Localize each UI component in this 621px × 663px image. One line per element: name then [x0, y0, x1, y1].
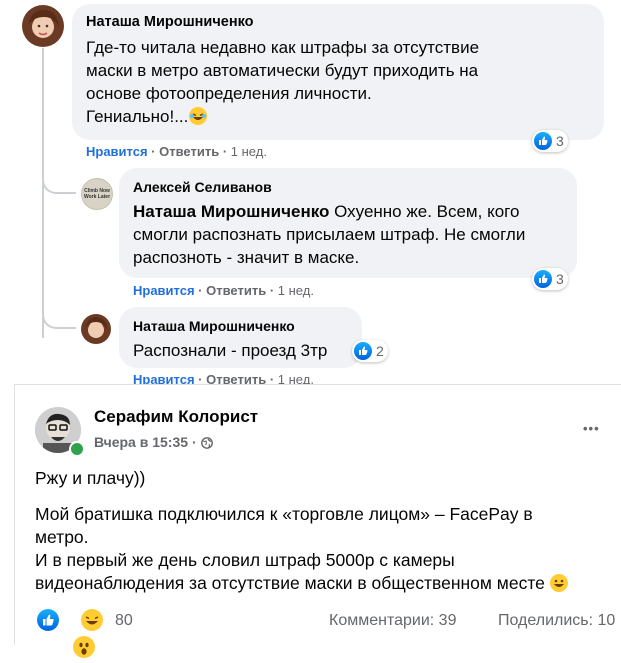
comment-author[interactable]: Алексей Селиванов	[133, 179, 272, 195]
post-author[interactable]: Серафим Колорист	[94, 407, 258, 427]
like-icon	[534, 132, 552, 150]
reaction-count[interactable]: 3	[532, 130, 568, 152]
comment-text: Распознали - проезд 3тр	[133, 341, 328, 360]
like-link[interactable]: Нравится	[133, 283, 195, 298]
avatar[interactable]	[22, 5, 64, 47]
post-paragraph: Мой братишка подключился к «торговле лиц…	[35, 504, 533, 524]
comment-author[interactable]: Наташа Мирошниченко	[133, 318, 295, 334]
reaction-count[interactable]: 2	[352, 340, 388, 362]
avatar[interactable]: Climb Now Work Later	[81, 178, 113, 210]
reaction-number: 2	[376, 343, 384, 359]
shares-count[interactable]: Поделились: 10	[498, 612, 615, 630]
laughing-emoji-icon	[81, 609, 104, 631]
globe-icon	[200, 436, 213, 449]
laughing-emoji-icon	[189, 107, 208, 125]
thread-branch	[42, 305, 76, 329]
reaction-icons[interactable]	[37, 609, 107, 658]
avatar-logo-text: Climb Now Work Later	[83, 188, 111, 200]
reply-link[interactable]: Ответить	[206, 283, 266, 298]
reaction-count[interactable]: 3	[532, 268, 568, 290]
comment-text-line: смогли распознать присылаем штраф. Не см…	[133, 225, 526, 244]
comment-time[interactable]: 1 нед.	[278, 283, 314, 298]
post-time[interactable]: Вчера в 15:35	[94, 434, 188, 450]
comment-text-line: основе фотоопределения личности.	[86, 84, 372, 103]
thread-line	[42, 48, 44, 338]
post-text: Ржу и плачу)) Мой братишка подключился к…	[35, 467, 615, 595]
online-status-dot	[69, 441, 85, 457]
post-paragraph: метро.	[35, 527, 89, 547]
post-paragraph: И в первый же день словил штраф 5000р с …	[35, 550, 455, 570]
comment-text-line: Наташа Мирошниченко Охуенно же. Всем, ко…	[133, 202, 520, 221]
comment-actions: Нравится · Ответить · 1 нед.	[133, 283, 314, 298]
post-meta: Вчера в 15:35 ·	[94, 434, 213, 450]
mention-link[interactable]: Наташа Мирошниченко	[133, 202, 329, 221]
grinning-emoji-icon	[549, 574, 568, 592]
like-icon	[354, 342, 372, 360]
reaction-number: 3	[556, 271, 564, 287]
comment-text-line: Где-то читала недавно как штрафы за отсу…	[86, 38, 480, 57]
comment-text-line: маски в метро автоматически будут приход…	[86, 61, 479, 80]
like-link[interactable]: Нравится	[86, 144, 148, 159]
post-paragraph: Ржу и плачу))	[35, 468, 146, 488]
separator: ·	[192, 434, 197, 450]
avatar-photo	[28, 9, 59, 38]
comment-actions: Нравится · Ответить · 1 нед.	[86, 144, 267, 159]
comments-count[interactable]: Комментарии: 39	[329, 612, 456, 630]
avatar[interactable]	[81, 314, 111, 344]
comment-text: Где-то читала недавно как штрафы за отсу…	[86, 36, 479, 128]
thread-branch	[42, 170, 76, 194]
comment-text: Наташа Мирошниченко Охуенно же. Всем, ко…	[133, 200, 525, 269]
reaction-number: 3	[556, 133, 564, 149]
avatar-photo	[85, 317, 107, 338]
post-card: Серафим Колорист Вчера в 15:35 · ••• Ржу …	[14, 384, 621, 658]
post-paragraph: видеонаблюдения за отсутствие маски в об…	[35, 572, 615, 595]
comment-time[interactable]: 1 нед.	[231, 144, 267, 159]
reactions-count[interactable]: 80	[115, 612, 133, 630]
comment-text-line: Гениально!...	[86, 105, 479, 128]
reply-link[interactable]: Ответить	[159, 144, 219, 159]
like-icon	[37, 609, 59, 631]
post-menu-button[interactable]: •••	[583, 421, 600, 436]
wow-emoji-icon	[73, 636, 95, 658]
comment-text-line: распозноть - значит в маске.	[133, 248, 360, 267]
like-icon	[534, 270, 552, 288]
comment-author[interactable]: Наташа Мирошниченко	[86, 14, 254, 30]
